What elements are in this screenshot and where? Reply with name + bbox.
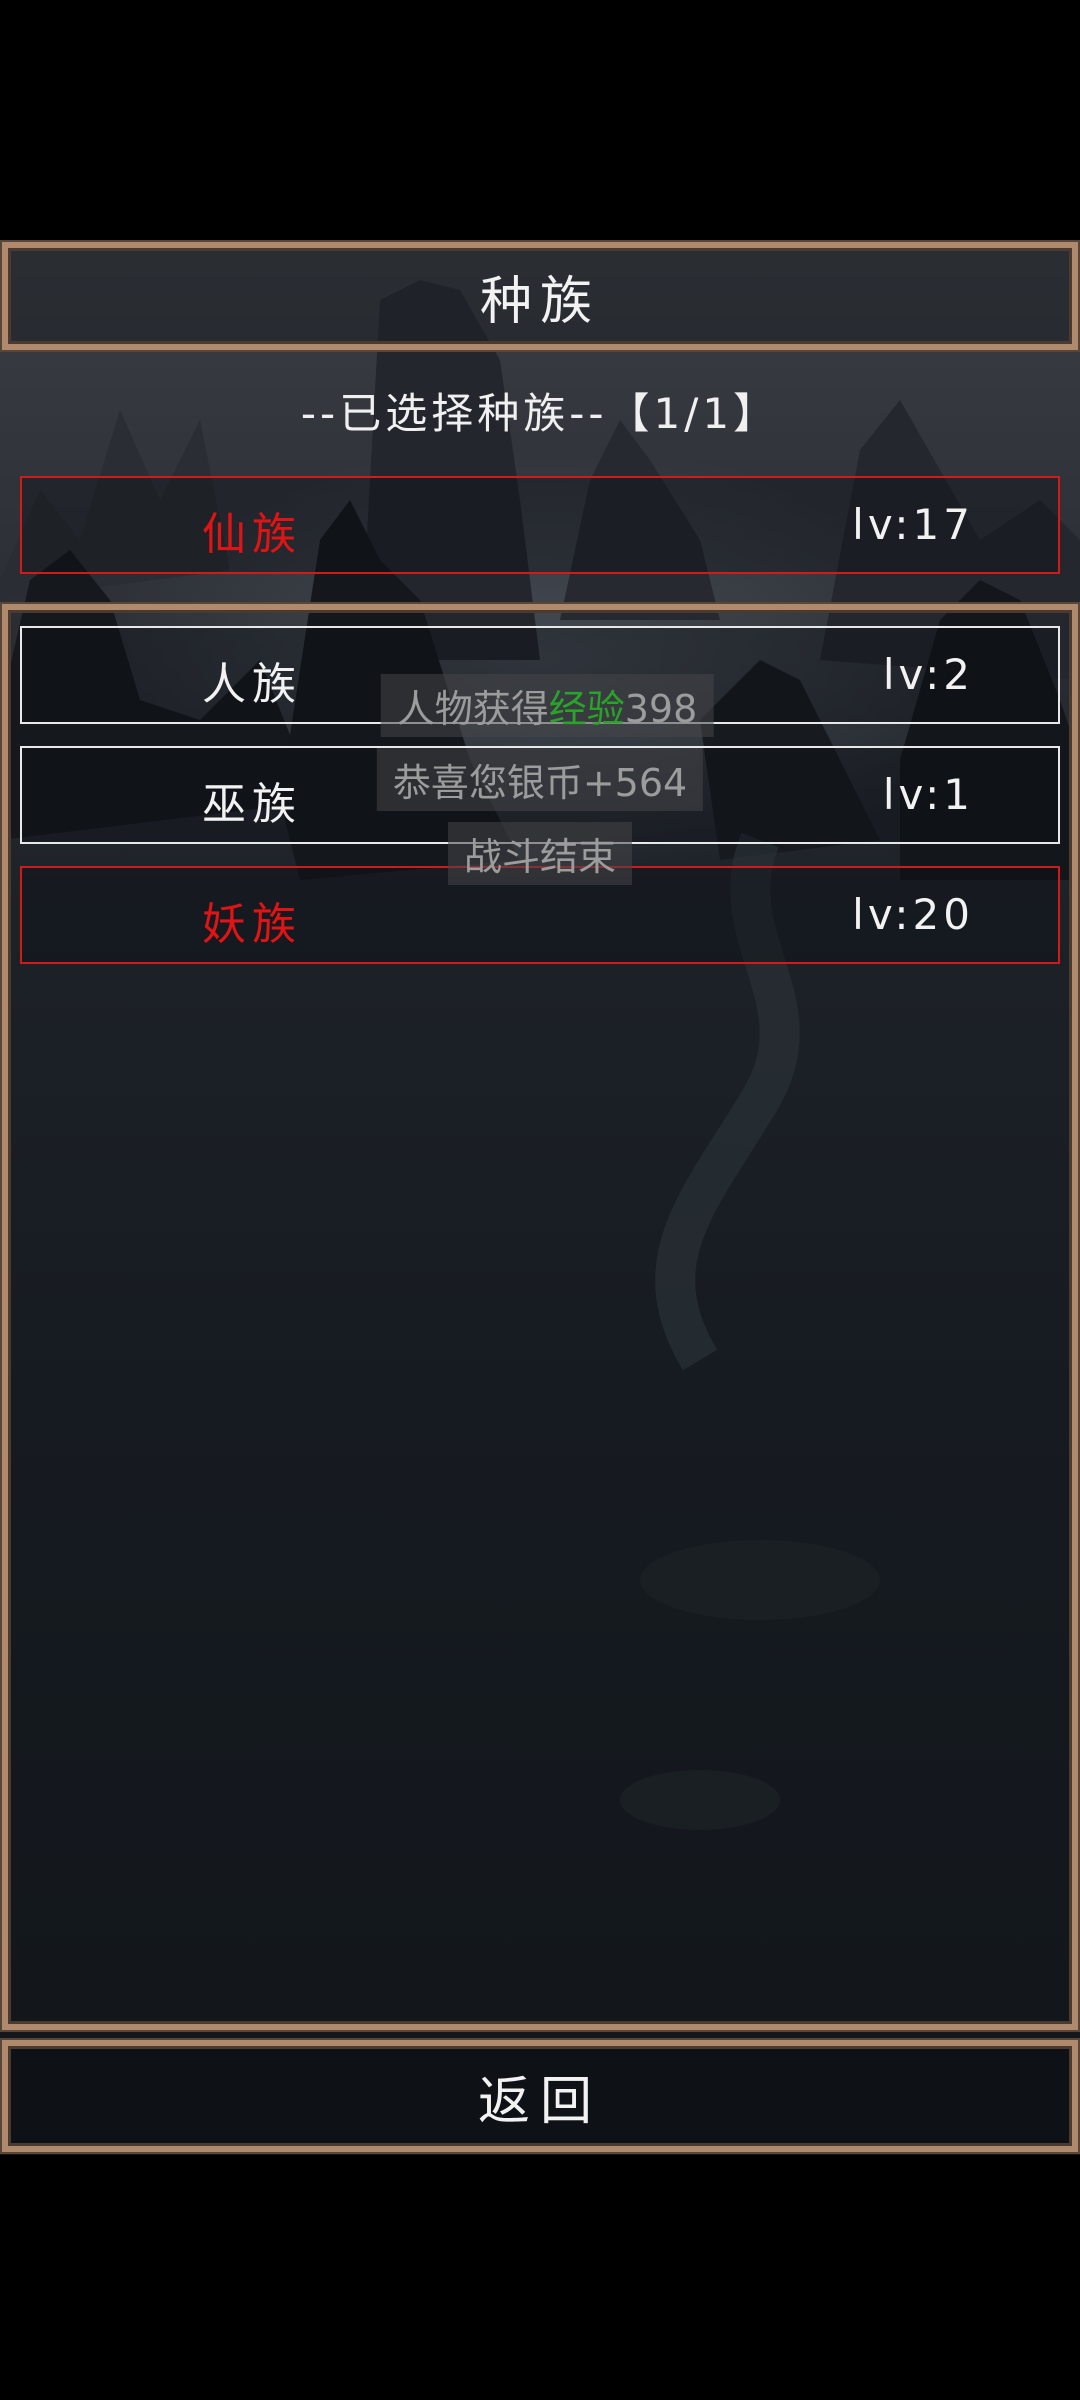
exp-toast-highlight: 经验 bbox=[548, 687, 625, 731]
race-level: lv:1 bbox=[882, 770, 974, 819]
selected-races-header: --已选择种族--【1/1】 bbox=[300, 389, 780, 438]
page-title: 种族 bbox=[479, 271, 600, 332]
race-level: lv:17 bbox=[852, 500, 974, 549]
exp-toast-value: 398 bbox=[624, 687, 698, 731]
race-name: 人族 bbox=[202, 659, 302, 710]
selected-race-row-xian[interactable]: 仙族 lv:17 bbox=[20, 476, 1060, 574]
battle-end-toast: 战斗结束 bbox=[447, 822, 633, 885]
race-level: lv:20 bbox=[852, 890, 974, 939]
exp-gain-toast: 人物获得经验398 bbox=[380, 674, 714, 737]
back-button-label: 返回 bbox=[477, 2071, 602, 2132]
back-button[interactable]: 返回 bbox=[2, 2040, 1078, 2152]
race-name: 妖族 bbox=[202, 899, 302, 950]
exp-toast-prefix: 人物获得 bbox=[396, 687, 549, 731]
title-bar: 种族 bbox=[2, 242, 1078, 350]
race-name: 仙族 bbox=[202, 509, 302, 560]
race-level: lv:2 bbox=[882, 650, 974, 699]
race-screen: 种族 --已选择种族--【1/1】 仙族 lv:17 人族 lv:2 巫族 lv… bbox=[0, 0, 1080, 2400]
silver-gain-toast: 恭喜您银币+564 bbox=[376, 748, 704, 811]
race-name: 巫族 bbox=[202, 779, 302, 830]
